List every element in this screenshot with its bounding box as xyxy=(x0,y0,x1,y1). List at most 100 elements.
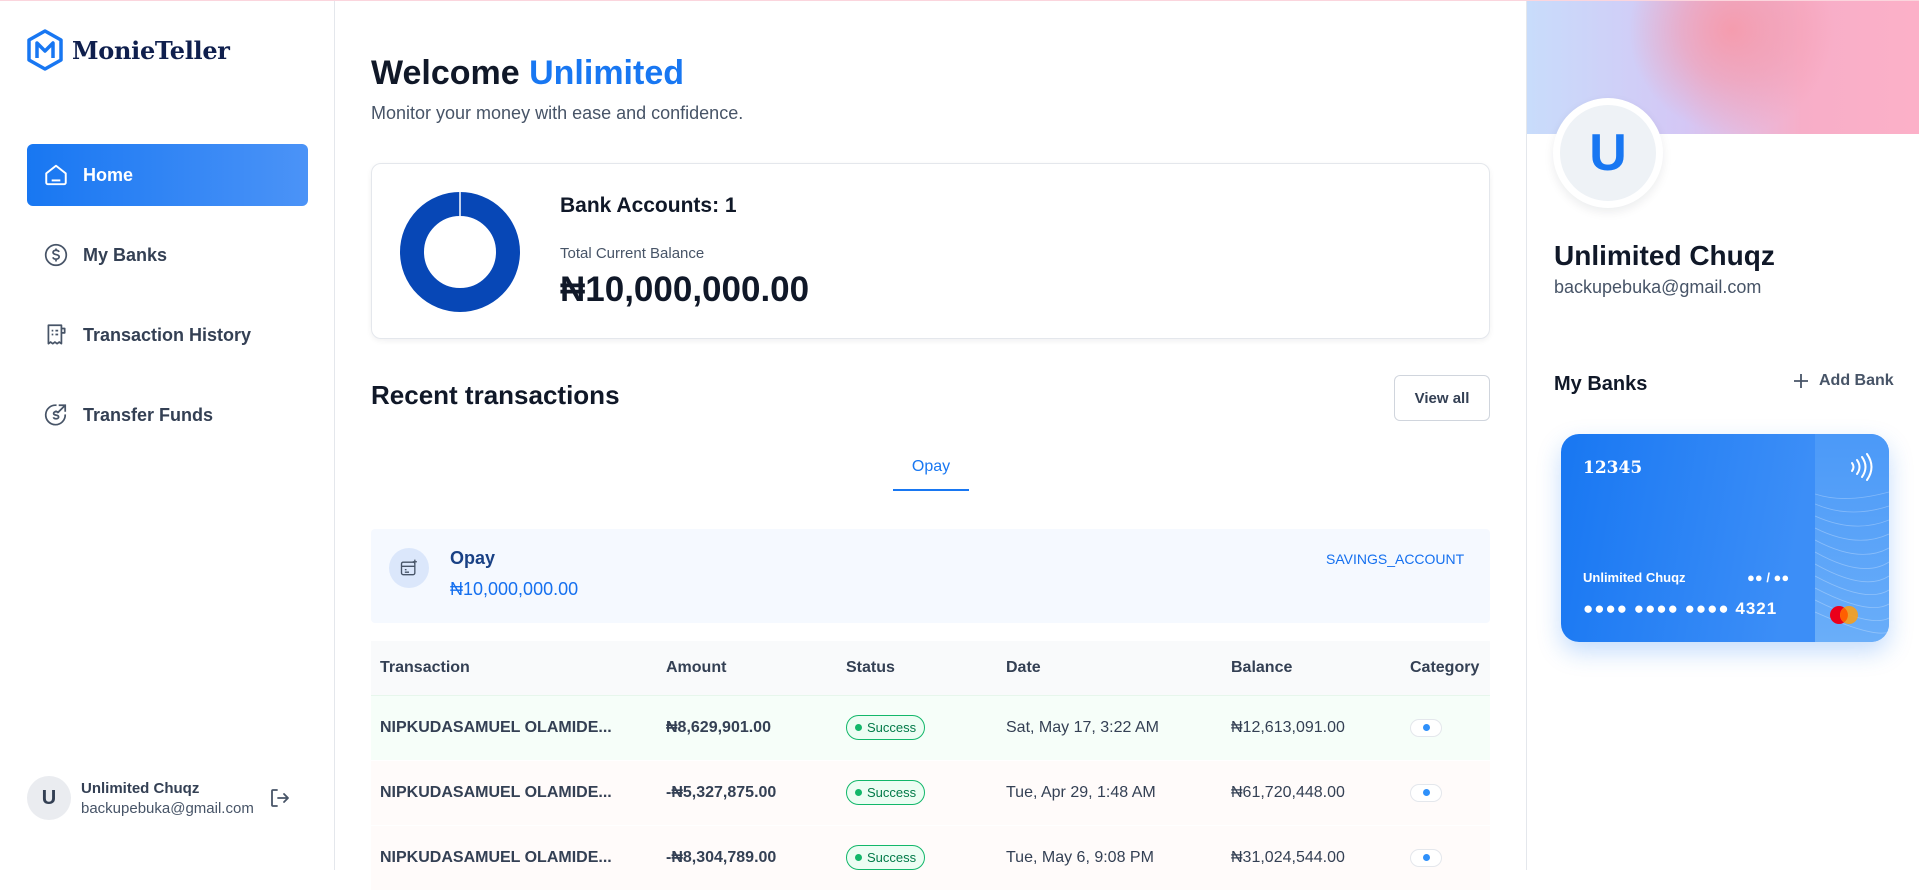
status-cell: Success xyxy=(837,694,997,761)
category-badge xyxy=(1410,848,1442,867)
sidebar-user: U Unlimited Chuqz backupebuka@gmail.com xyxy=(27,776,308,820)
transaction-date: Tue, May 6, 9:08 PM xyxy=(997,824,1222,891)
logout-icon[interactable] xyxy=(268,786,292,810)
sidebar-item-label: Home xyxy=(83,164,134,185)
add-bank-label: Add Bank xyxy=(1819,372,1894,389)
sidebar: MonieTeller Home My Banks Transaction Hi… xyxy=(0,0,335,870)
sidebar-user-email: backupebuka@gmail.com xyxy=(81,799,254,817)
view-all-button[interactable]: View all xyxy=(1394,375,1490,421)
category-dot xyxy=(1422,724,1430,732)
sidebar-item-label: My Banks xyxy=(83,244,168,265)
status-label: Success xyxy=(867,850,917,865)
transaction-date: Sat, May 17, 3:22 AM xyxy=(997,694,1222,761)
transaction-balance: ₦61,720,448.00 xyxy=(1222,759,1401,826)
column-header: Category xyxy=(1401,641,1490,695)
category-dot xyxy=(1422,854,1430,862)
total-balance-label: Total Current Balance xyxy=(560,245,705,262)
status-label: Success xyxy=(867,720,917,735)
card-expiry: ●● / ●● xyxy=(1747,570,1790,585)
bank-balance: ₦10,000,000.00 xyxy=(450,579,579,599)
column-header: Amount xyxy=(657,641,837,695)
table-row[interactable]: NIPKUDASAMUEL OLAMIDE... -₦5,327,875.00 … xyxy=(371,759,1490,826)
category-cell xyxy=(1401,824,1490,891)
sidebar-user-name: Unlimited Chuqz xyxy=(81,779,200,797)
top-accent-line xyxy=(0,0,1919,1)
card-title: 12345 xyxy=(1583,458,1643,478)
sidebar-item-label: Transfer Funds xyxy=(83,404,214,425)
transaction-name: NIPKUDASAMUEL OLAMIDE... xyxy=(371,694,657,761)
column-header: Status xyxy=(837,641,997,695)
status-badge: Success xyxy=(846,715,926,740)
home-icon xyxy=(43,162,69,188)
recent-transactions-title: Recent transactions xyxy=(371,380,620,410)
account-type: SAVINGS_ACCOUNT xyxy=(1326,551,1465,567)
category-badge xyxy=(1410,783,1442,802)
bank-icon xyxy=(389,548,429,588)
category-dot xyxy=(1422,789,1430,797)
plus-icon xyxy=(1794,374,1808,388)
profile-avatar[interactable]: U xyxy=(1553,98,1663,208)
bank-card[interactable]: 12345 Unlimited Chuqz ●● / ●● ●●●● ●●●● … xyxy=(1561,434,1889,642)
sidebar-item-transaction-history[interactable]: Transaction History xyxy=(27,304,308,366)
status-badge: Success xyxy=(846,780,926,805)
status-badge: Success xyxy=(846,845,926,870)
profile-name: Unlimited Chuqz xyxy=(1554,240,1775,271)
sidebar-item-home[interactable]: Home xyxy=(27,144,308,206)
card-holder-name: Unlimited Chuqz xyxy=(1583,570,1686,585)
status-label: Success xyxy=(867,785,917,800)
column-header: Transaction xyxy=(371,641,657,695)
contactless-icon xyxy=(1851,453,1873,481)
transaction-name: NIPKUDASAMUEL OLAMIDE... xyxy=(371,824,657,891)
logo-icon xyxy=(27,29,63,71)
bank-name: Opay xyxy=(450,548,496,568)
receipt-icon xyxy=(43,322,69,348)
table-row[interactable]: NIPKUDASAMUEL OLAMIDE... ₦8,629,901.00 S… xyxy=(371,694,1490,761)
total-balance-value: ₦10,000,000.00 xyxy=(560,270,810,309)
transaction-balance: ₦31,024,544.00 xyxy=(1222,824,1401,891)
transaction-name: NIPKUDASAMUEL OLAMIDE... xyxy=(371,759,657,826)
transactions-table: Transaction Amount Status Date Balance C… xyxy=(371,641,1490,891)
column-header: Date xyxy=(997,641,1222,695)
column-header: Balance xyxy=(1222,641,1401,695)
balance-donut-chart xyxy=(400,192,520,312)
tab-opay[interactable]: Opay xyxy=(893,458,969,491)
total-balance-card: Bank Accounts: 1 Total Current Balance ₦… xyxy=(371,163,1490,339)
status-dot xyxy=(855,724,862,731)
brand-name: MonieTeller xyxy=(72,35,230,65)
welcome-user-name: Unlimited xyxy=(529,54,685,92)
category-cell xyxy=(1401,759,1490,826)
main-content: Welcome Unlimited Monitor your money wit… xyxy=(371,0,1491,891)
my-banks-title: My Banks xyxy=(1554,373,1648,395)
sidebar-item-label: Transaction History xyxy=(83,324,252,345)
category-cell xyxy=(1401,694,1490,761)
bank-info-card[interactable]: Opay ₦10,000,000.00 SAVINGS_ACCOUNT xyxy=(371,529,1490,623)
profile-email: backupebuka@gmail.com xyxy=(1554,277,1762,297)
transaction-amount: ₦8,629,901.00 xyxy=(657,694,837,761)
page-title: Welcome Unlimited xyxy=(371,54,685,92)
avatar[interactable]: U xyxy=(27,776,71,820)
bank-accounts-count: Bank Accounts: 1 xyxy=(560,194,737,217)
profile-panel: U Unlimited Chuqz backupebuka@gmail.com … xyxy=(1526,0,1919,870)
sidebar-item-transfer-funds[interactable]: Transfer Funds xyxy=(27,384,308,446)
tab-label: Opay xyxy=(911,458,951,475)
sidebar-nav: Home My Banks Transaction History Transf… xyxy=(27,144,308,464)
transaction-balance: ₦12,613,091.00 xyxy=(1222,694,1401,761)
status-cell: Success xyxy=(837,824,997,891)
status-dot xyxy=(855,789,862,796)
sidebar-item-my-banks[interactable]: My Banks xyxy=(27,224,308,286)
transaction-date: Tue, Apr 29, 1:48 AM xyxy=(997,759,1222,826)
table-header-row: Transaction Amount Status Date Balance C… xyxy=(371,641,1490,695)
dollar-circle-icon xyxy=(43,242,69,268)
add-bank-button[interactable]: Add Bank xyxy=(1793,372,1894,390)
mastercard-icon xyxy=(1830,606,1858,624)
table-row[interactable]: NIPKUDASAMUEL OLAMIDE... -₦8,304,789.00 … xyxy=(371,824,1490,891)
card-number: ●●●● ●●●● ●●●● 4321 xyxy=(1583,599,1778,618)
transaction-amount: -₦5,327,875.00 xyxy=(657,759,837,826)
category-badge xyxy=(1410,718,1442,737)
transaction-amount: -₦8,304,789.00 xyxy=(657,824,837,891)
status-dot xyxy=(855,854,862,861)
page-subtitle: Monitor your money with ease and confide… xyxy=(371,103,744,123)
money-send-icon xyxy=(43,402,69,428)
status-cell: Success xyxy=(837,759,997,826)
brand-logo[interactable]: MonieTeller xyxy=(27,29,230,71)
